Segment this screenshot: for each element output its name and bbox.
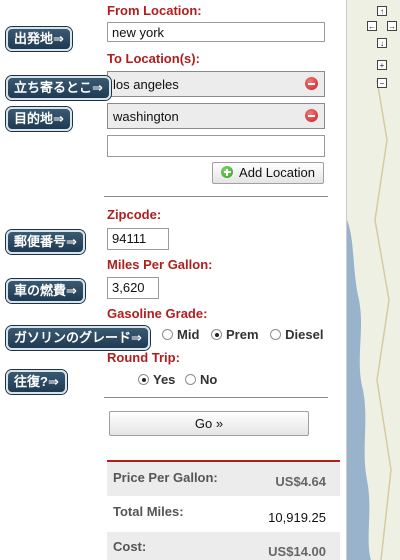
grade-prem-label: Prem [226,327,259,342]
zipcode-input[interactable]: 94111 [107,228,169,250]
map-pan-right-icon[interactable]: → [387,21,397,31]
annotation-departure: 出発地⇒ [6,27,72,51]
annotation-round-trip: 往復?⇒ [6,370,67,394]
grade-radio-prem[interactable] [211,329,223,340]
go-button[interactable]: Go » [109,411,309,436]
to-location-input-1[interactable]: los angeles [107,71,325,97]
grade-radio-mid[interactable] [162,329,173,340]
grade-mid-label: Mid [177,327,200,342]
price-label: Price Per Gallon: [113,470,218,485]
to-location-value-1: los angeles [113,77,179,92]
result-cost-row: Cost: US$14.00 [107,532,340,560]
annotation-gasoline-grade: ガソリンのグレード⇒ [6,326,150,350]
to-location-input-2[interactable]: washington [107,103,325,129]
result-price-row: Price Per Gallon: US$4.64 [107,460,340,496]
add-location-button[interactable]: Add Location [212,162,324,184]
to-locations-label: To Location(s): [107,51,200,66]
annotation-fuel-economy: 車の燃費⇒ [6,279,85,303]
cost-label: Cost: [113,539,147,554]
add-location-text: Add Location [239,165,315,180]
result-miles-row: Total Miles: 10,919.25 [107,496,340,532]
mpg-label: Miles Per Gallon: [107,257,213,272]
gasoline-grade-label: Gasoline Grade: [107,306,208,321]
map-terrain [347,0,400,560]
round-trip-radio-yes[interactable] [138,374,149,385]
divider [104,196,328,197]
map-panel[interactable]: ↑ ← → ↓ + − [346,0,400,560]
add-icon [221,166,234,178]
round-trip-label: Round Trip: [107,350,180,365]
from-location-input[interactable]: new york [107,22,325,42]
map-zoom-in-icon[interactable]: + [377,60,387,70]
from-location-label: From Location: [107,3,202,18]
to-location-value-2: washington [113,109,179,124]
mpg-input[interactable]: 3,620 [107,277,159,299]
to-location-input-3[interactable] [107,135,325,157]
map-pan-left-icon[interactable]: ← [367,21,377,31]
annotation-postal-code: 郵便番号⇒ [6,230,85,254]
round-trip-no-label: No [200,372,218,387]
map-pan-down-icon[interactable]: ↓ [377,38,387,48]
miles-value: 10,919.25 [268,510,326,525]
gasoline-grade-options: Mid Prem Diesel [160,327,323,342]
grade-radio-diesel[interactable] [270,329,282,340]
round-trip-yes-label: Yes [153,372,176,387]
map-pan-up-icon[interactable]: ↑ [377,6,387,16]
cost-value: US$14.00 [268,544,326,559]
grade-diesel-label: Diesel [285,327,324,342]
annotation-destination: 目的地⇒ [6,107,72,131]
miles-label: Total Miles: [113,504,184,519]
map-zoom-out-icon[interactable]: − [377,78,387,88]
divider [104,397,328,398]
remove-location-icon[interactable] [305,109,318,122]
annotation-stopover: 立ち寄るとこ⇒ [6,76,111,100]
price-value: US$4.64 [275,474,326,489]
round-trip-radio-no[interactable] [185,374,197,385]
zipcode-label: Zipcode: [107,207,162,222]
round-trip-options: Yes No [136,372,217,387]
remove-location-icon[interactable] [305,77,318,90]
